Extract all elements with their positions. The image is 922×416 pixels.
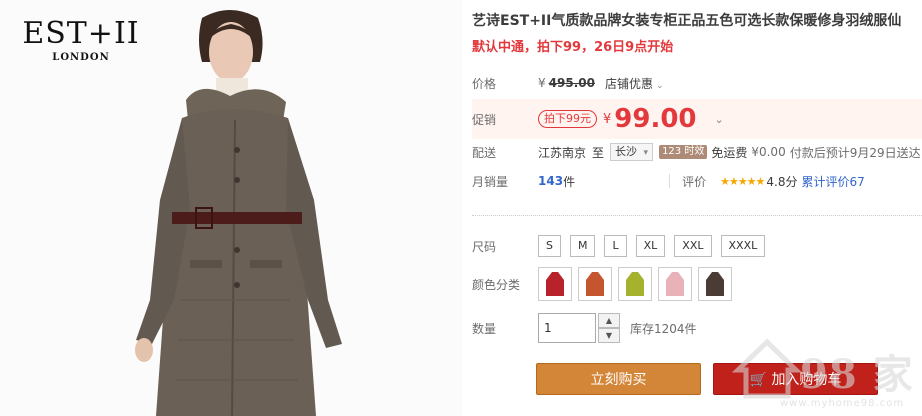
stock-count: 库存1204件 (630, 321, 697, 336)
delivery-label: 配送 (472, 145, 497, 160)
divider (669, 174, 671, 188)
promo-price: 99.00 (614, 104, 697, 134)
promo-currency: ¥ (603, 111, 612, 127)
decrement-button[interactable]: ▼ (598, 328, 620, 343)
promo-label: 促销 (472, 112, 497, 127)
shipping-fee: ¥0.00 (751, 145, 786, 159)
quantity-stepper: ▲ ▼ 库存1204件 (538, 313, 697, 343)
store-discount-label: 店铺优惠 (604, 76, 653, 91)
size-option-s[interactable]: S (538, 235, 561, 257)
house-logo-icon (732, 338, 802, 399)
product-image[interactable]: EST+II LONDON (0, 0, 462, 416)
color-swatches (538, 267, 732, 301)
caret-down-icon: ▾ (643, 148, 649, 158)
free-shipping-label: 免运费 (711, 145, 748, 160)
quantity-label: 数量 (472, 321, 497, 336)
size-option-m[interactable]: M (569, 235, 596, 257)
original-price: 495.00 (548, 76, 595, 90)
size-option-xxl[interactable]: XXL (674, 235, 712, 257)
color-swatch-green[interactable] (618, 267, 652, 301)
product-title[interactable]: 艺诗EST+II气质款品牌女装专柜正品五色可选长款保暖修身羽绒服仙 (472, 10, 922, 30)
coat-thumbnail-icon (626, 272, 644, 296)
sales-label: 月销量 (472, 174, 509, 189)
quantity-row: 数量 ▲ ▼ 库存1204件 (472, 312, 697, 344)
destination-value: 长沙 (615, 145, 638, 158)
size-option-xxxl[interactable]: XXXL (720, 235, 766, 257)
size-options: S M L XL XXL XXXL (538, 235, 766, 257)
color-swatch-brown[interactable] (698, 267, 732, 301)
destination-select[interactable]: 长沙 ▾ (610, 143, 654, 161)
rating-score: 4.8分 (766, 174, 798, 189)
product-subtitle: 默认中通，拍下99，26日9点开始 (472, 40, 674, 55)
sales-row: 月销量 143 件 评价 ★★★★★ 4.8分 累计评价67 (472, 170, 865, 192)
rating-label: 评价 (682, 174, 707, 189)
sales-count: 143 (538, 174, 564, 188)
size-option-xl[interactable]: XL (635, 235, 666, 257)
section-divider (472, 215, 922, 216)
ship-estimate: 付款后预计9月29日送达 (789, 145, 921, 160)
color-row: 颜色分类 (472, 266, 732, 302)
color-label: 颜色分类 (472, 277, 521, 292)
coat-thumbnail-icon (666, 272, 684, 296)
delivery-to-word: 至 (592, 145, 605, 160)
promo-row: 促销 拍下99元 ¥ 99.00 ⌄ (472, 104, 724, 134)
watermark-url: www.myhome98.com (780, 398, 905, 409)
quantity-input[interactable] (538, 313, 596, 343)
price-row: 价格 ¥ 495.00 店铺优惠 ⌄ (472, 72, 664, 94)
size-row: 尺码 S M L XL XXL XXXL (472, 234, 766, 258)
size-option-l[interactable]: L (604, 235, 627, 257)
model-figure (135, 10, 342, 416)
increment-button[interactable]: ▲ (598, 313, 620, 328)
delivery-from: 江苏南京 (538, 145, 587, 160)
rating-stars: ★★★★★ (720, 174, 765, 188)
chevron-down-icon: ⌄ (655, 80, 664, 91)
color-swatch-pink[interactable] (658, 267, 692, 301)
price-label: 价格 (472, 76, 497, 91)
size-label: 尺码 (472, 239, 497, 254)
store-discount-dropdown[interactable]: 店铺优惠 ⌄ (605, 75, 664, 92)
coat-thumbnail-icon (546, 272, 564, 296)
reviews-link[interactable]: 累计评价67 (802, 173, 865, 190)
price-currency: ¥ (538, 76, 546, 90)
watermark-text: 98 家 (800, 351, 914, 398)
color-swatch-orange[interactable] (578, 267, 612, 301)
chevron-down-icon[interactable]: ⌄ (715, 113, 724, 126)
watermark: 98 家 www.myhome98.com (712, 320, 922, 416)
promo-tag: 拍下99元 (538, 110, 597, 128)
buy-now-button[interactable]: 立刻购买 (536, 363, 701, 395)
sales-unit: 件 (563, 174, 576, 189)
coat-thumbnail-icon (586, 272, 604, 296)
color-swatch-red[interactable] (538, 267, 572, 301)
time-badge: 123 时效 (659, 145, 708, 159)
coat-thumbnail-icon (706, 272, 724, 296)
delivery-row: 配送 江苏南京 至 长沙 ▾ 123 时效 免运费 ¥0.00 付款后预计9月2… (472, 141, 921, 163)
stepper-buttons: ▲ ▼ (598, 313, 620, 343)
